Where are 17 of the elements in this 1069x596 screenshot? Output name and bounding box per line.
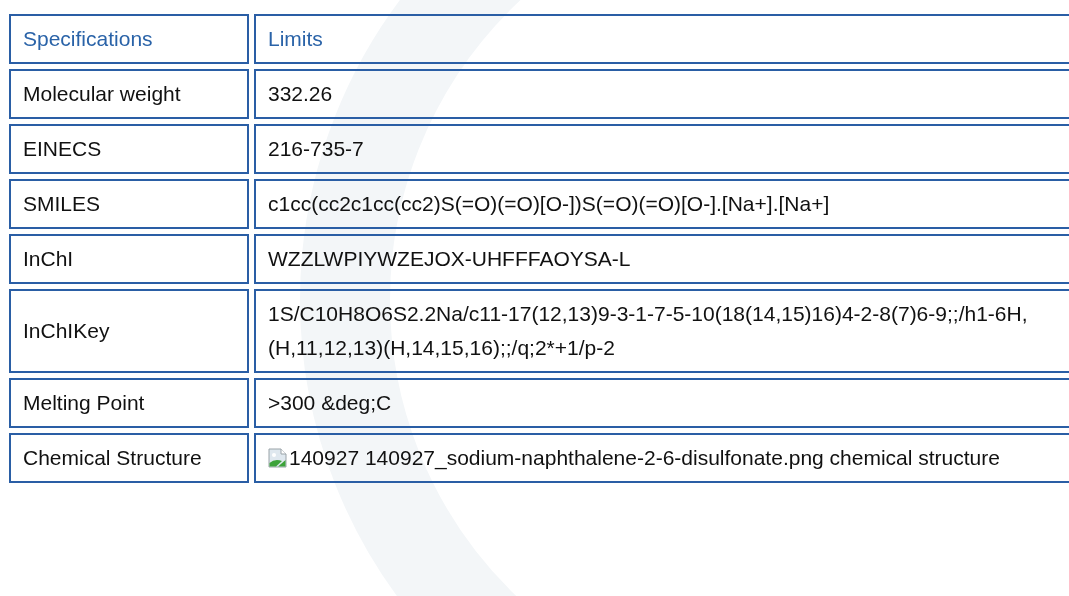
table-cell: EINECS [9,124,249,174]
table-cell: InChI [9,234,249,284]
table-cell: SMILES [9,179,249,229]
table-cell: Molecular weight [9,69,249,119]
table-cell: 140927 140927_sodium-naphthalene-2-6-disulfonate.png chemical structure [254,433,1069,483]
column-header: Limits [254,14,1069,64]
table-cell: c1cc(cc2c1cc(cc2)S(=O)(=O)[O-])S(=O)(=O)[O-].[Na+].[Na+] [254,179,1069,229]
table-cell: 332.26 [254,69,1069,119]
table-cell: Melting Point [9,378,249,428]
table-cell: InChIKey [9,289,249,373]
column-header: Specifications [9,14,249,64]
table-cell: Chemical Structure [9,433,249,483]
table-cell: WZZLWPIYWZEJOX-UHFFFAOYSA-L [254,234,1069,284]
table-cell: >300 &deg;C [254,378,1069,428]
broken-image-icon [268,448,288,468]
table-cell: 216-735-7 [254,124,1069,174]
table-cell: 1S/C10H8O6S2.2Na/c11-17(12,13)9-3-1-7-5-10(18(14,15)16)4-2-8(7)6-9;;/h1-6H,(H,11,12,13)(H,14,15,16);;/q;2*+1/p-2 [254,289,1069,373]
